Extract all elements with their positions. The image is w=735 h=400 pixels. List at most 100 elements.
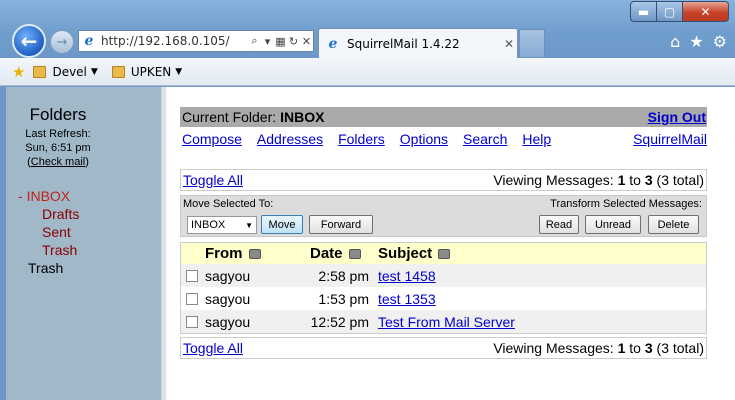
refresh-icon[interactable]: ↻ [287, 35, 300, 48]
message-list-pane: Current Folder: INBOX Sign Out Compose A… [167, 87, 735, 400]
mark-read-button[interactable]: Read [539, 215, 579, 234]
last-refresh-time: Sun, 6:51 pm [25, 142, 91, 154]
main-menu: Compose Addresses Folders Options Search… [182, 131, 707, 147]
addresses-link[interactable]: Addresses [257, 131, 323, 147]
folder-icon [111, 65, 125, 78]
forward-nav-button[interactable]: → [50, 30, 74, 54]
mark-unread-button[interactable]: Unread [585, 215, 641, 234]
search-link[interactable]: Search [463, 131, 507, 147]
message-subject-link[interactable]: test 1353 [378, 291, 436, 307]
move-target-value: INBOX [191, 219, 226, 231]
folder-label[interactable]: Drafts [42, 206, 79, 222]
folder-item-inbox-trash[interactable]: Trash [18, 241, 79, 259]
check-mail-wrapper: (Check mail) [27, 156, 89, 168]
add-favorite-star-icon[interactable]: ★ [12, 63, 25, 81]
toggle-all-link[interactable]: Toggle All [183, 340, 243, 356]
chevron-down-icon: ▼ [90, 66, 98, 77]
viewing-from: 1 [617, 172, 626, 188]
viewing-total: (3 total) [656, 340, 704, 356]
ie-page-icon: e [84, 33, 94, 49]
table-row: sagyou 2:58 pm test 1458 [181, 264, 706, 287]
stop-icon[interactable]: ✕ [300, 35, 313, 48]
search-icon[interactable]: ⌕ [248, 34, 261, 48]
folder-label[interactable]: Trash [42, 242, 77, 258]
address-bar[interactable]: e http://192.168.0.105/ ⌕ ▾ ▦ ↻ ✕ [78, 30, 314, 52]
message-actions-box: Move Selected To: Transform Selected Mes… [180, 195, 707, 237]
message-table-header: From Date Subject [181, 243, 706, 264]
browser-tab[interactable]: e SquirrelMail 1.4.22 ✕ [318, 28, 518, 58]
folder-collapse-toggle[interactable]: - [18, 188, 27, 204]
from-column-header[interactable]: From [205, 245, 261, 262]
favorite-label: UPKEN [130, 64, 172, 79]
folders-link[interactable]: Folders [338, 131, 385, 147]
chevron-down-icon: ▼ [245, 220, 253, 230]
message-nav-bottom: Toggle All Viewing Messages: 1 to 3 (3 t… [180, 337, 707, 359]
tab-close-icon[interactable]: ✕ [501, 37, 517, 51]
favorites-star-icon[interactable]: ★ [689, 32, 703, 51]
date-column-header[interactable]: Date [310, 245, 361, 262]
sort-icon[interactable] [438, 249, 451, 260]
move-button[interactable]: Move [261, 215, 303, 234]
tab-title: SquirrelMail 1.4.22 [347, 36, 460, 51]
current-folder-bar: Current Folder: INBOX Sign Out [180, 107, 707, 127]
message-subject-link[interactable]: test 1458 [378, 268, 436, 284]
options-link[interactable]: Options [400, 131, 448, 147]
date-header-label: Date [310, 245, 343, 262]
arrow-left-icon: ← [20, 29, 38, 53]
help-link[interactable]: Help [522, 131, 551, 147]
folder-label[interactable]: Trash [28, 260, 63, 276]
move-target-select[interactable]: INBOX ▼ [187, 216, 257, 234]
browser-title-bar: ▬ ▢ ✕ ← → e http://192.168.0.105/ ⌕ ▾ ▦ … [0, 0, 735, 58]
check-mail-link[interactable]: Check mail [31, 156, 85, 168]
forward-button[interactable]: Forward [309, 215, 373, 234]
address-text[interactable]: http://192.168.0.105/ [101, 34, 248, 48]
move-selected-label: Move Selected To: [183, 198, 274, 210]
viewing-to-word: to [629, 172, 641, 188]
toggle-all-link[interactable]: Toggle All [183, 172, 243, 188]
new-tab-button[interactable] [519, 29, 545, 57]
favorite-label: Devel [52, 64, 87, 79]
sort-icon[interactable] [248, 249, 261, 260]
subject-column-header[interactable]: Subject [378, 245, 451, 262]
from-header-label: From [205, 245, 243, 262]
message-date: 12:52 pm [310, 313, 369, 330]
sign-out-link[interactable]: Sign Out [648, 109, 706, 125]
dropdown-icon[interactable]: ▾ [261, 35, 274, 48]
viewing-label: Viewing Messages: [493, 340, 614, 356]
folder-label[interactable]: INBOX [27, 188, 71, 204]
message-date: 2:58 pm [318, 267, 369, 284]
compat-view-icon[interactable]: ▦ [274, 35, 287, 48]
back-button[interactable]: ← [12, 24, 46, 58]
folder-list: - INBOX Drafts Sent Trash Trash [18, 187, 79, 277]
chevron-down-icon: ▼ [175, 66, 183, 77]
home-icon[interactable]: ⌂ [670, 32, 680, 51]
favorite-folder-upken[interactable]: UPKEN ▼ [111, 64, 183, 79]
message-subject-link[interactable]: Test From Mail Server [378, 314, 515, 330]
squirrelmail-link[interactable]: SquirrelMail [633, 131, 707, 147]
viewing-messages: Viewing Messages: 1 to 3 (3 total) [493, 340, 704, 356]
close-window-button[interactable]: ✕ [683, 1, 729, 22]
delete-button[interactable]: Delete [648, 215, 699, 234]
folder-item-drafts[interactable]: Drafts [18, 205, 79, 223]
compose-link[interactable]: Compose [182, 131, 242, 147]
folders-title: Folders [29, 105, 87, 124]
folder-item-sent[interactable]: Sent [18, 223, 79, 241]
favorite-folder-devel[interactable]: Devel ▼ [33, 64, 98, 79]
maximize-button[interactable]: ▢ [657, 1, 683, 22]
message-nav-top: Toggle All Viewing Messages: 1 to 3 (3 t… [180, 169, 707, 191]
viewing-to: 3 [644, 172, 653, 188]
arrow-right-icon: → [56, 34, 68, 50]
tab-favicon-icon: e [328, 35, 338, 52]
viewing-to-word: to [629, 340, 641, 356]
sort-icon[interactable] [348, 249, 361, 260]
folder-item-trash[interactable]: Trash [18, 259, 79, 277]
folder-item-inbox[interactable]: - INBOX [18, 187, 79, 205]
minimize-button[interactable]: ▬ [630, 1, 657, 22]
last-refresh: Last Refresh: Sun, 6:51 pm (Check mail) [6, 127, 110, 169]
folder-pane: Folders Last Refresh: Sun, 6:51 pm (Chec… [6, 87, 161, 400]
gear-icon[interactable]: ⚙ [713, 32, 727, 51]
current-folder-label: Current Folder: [182, 109, 277, 125]
folder-label[interactable]: Sent [42, 224, 71, 240]
last-refresh-label: Last Refresh: [25, 128, 91, 140]
viewing-messages: Viewing Messages: 1 to 3 (3 total) [493, 172, 704, 188]
